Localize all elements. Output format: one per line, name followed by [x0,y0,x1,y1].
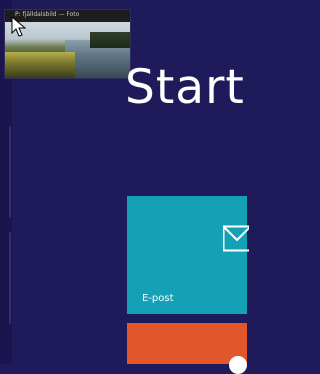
thumbnail-title: P: fjälldalsbild — Foto [15,11,80,18]
mail-tile-label: E-post [142,293,174,304]
mail-icon [223,225,249,252]
mail-tile[interactable]: E-post [127,196,249,314]
app-tile[interactable] [127,323,247,374]
app-switch-separator [9,232,11,324]
app-switch-separator [9,126,11,218]
mouse-cursor-icon [11,16,27,37]
photo-grass [5,52,75,78]
start-heading: Start [125,60,245,115]
photo-trees [90,32,130,48]
circle-icon [229,356,247,374]
